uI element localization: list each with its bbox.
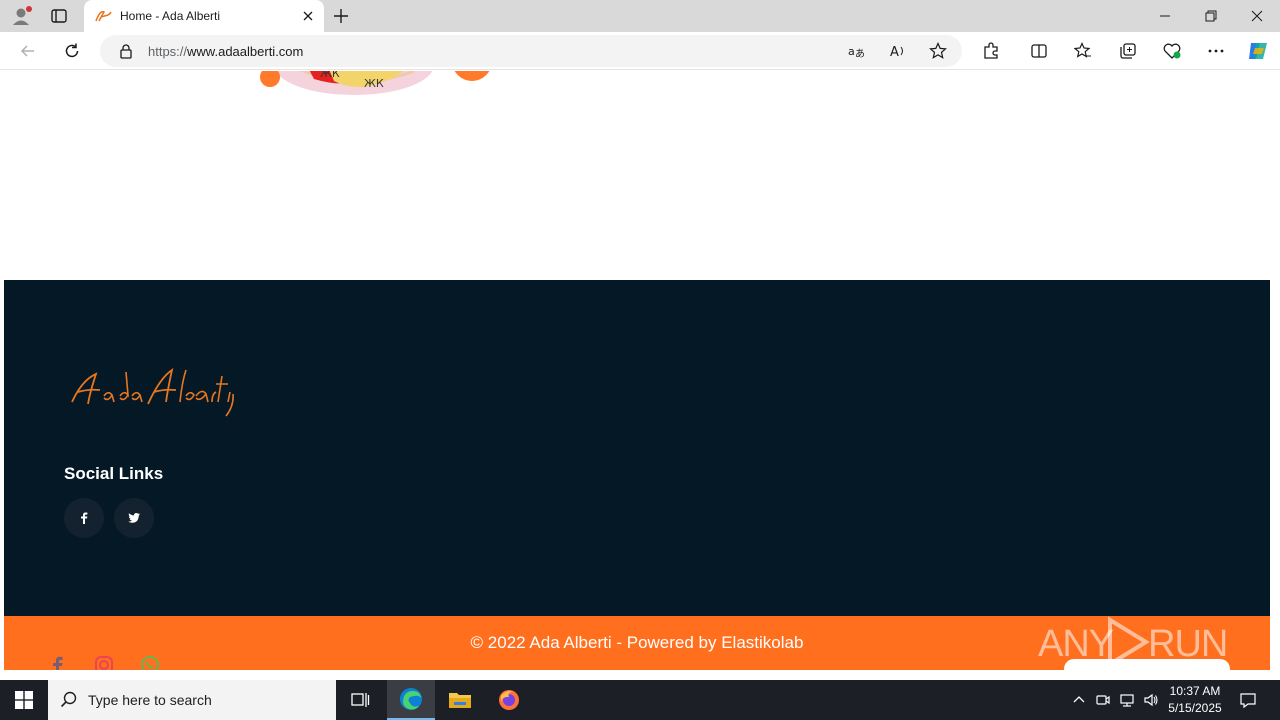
puzzle-icon[interactable] [981, 41, 1001, 61]
facebook-button[interactable] [64, 498, 104, 538]
floating-share-icons [48, 655, 160, 670]
taskbar: Type here to search 10:37 AM 5/15/2025 [0, 680, 1280, 720]
edge-icon [400, 688, 422, 710]
minimize-button[interactable] [1142, 0, 1188, 32]
start-button[interactable] [0, 680, 48, 720]
whatsapp-float-icon[interactable] [140, 655, 160, 670]
collections-icon[interactable] [1118, 41, 1138, 61]
close-window-button[interactable] [1234, 0, 1280, 32]
svg-text:ЖК: ЖК [320, 71, 340, 80]
system-clock[interactable]: 10:37 AM 5/15/2025 [1160, 683, 1230, 717]
copilot-icon[interactable] [1246, 39, 1270, 63]
twitter-button[interactable] [114, 498, 154, 538]
navigation-bar: https://www.adaalberti.com aあ A [0, 32, 1280, 70]
svg-text:A: A [890, 45, 899, 60]
tab-title: Home - Ada Alberti [120, 9, 221, 23]
site-footer: Social Links [4, 280, 1270, 616]
svg-text:a: a [848, 45, 855, 58]
floating-widget[interactable] [1064, 659, 1230, 670]
heart-pulse-icon[interactable] [1162, 41, 1182, 61]
arrow-left-icon [20, 45, 34, 57]
svg-text:ЖК: ЖК [364, 77, 384, 90]
chevron-up-icon[interactable] [1070, 691, 1088, 709]
clock-date: 5/15/2025 [1168, 701, 1222, 715]
file-explorer-button[interactable] [436, 680, 484, 720]
edge-taskbar-button[interactable] [387, 680, 435, 720]
taskbar-search-box[interactable]: Type here to search [48, 680, 336, 720]
meet-now-icon[interactable] [1094, 691, 1112, 709]
folder-icon [449, 693, 471, 708]
facebook-float-icon[interactable] [48, 655, 68, 670]
star-icon[interactable] [928, 41, 948, 61]
firefox-icon [499, 690, 519, 710]
new-tab-button[interactable] [332, 7, 350, 25]
more-icon[interactable] [1206, 41, 1226, 61]
search-icon [60, 691, 78, 709]
restore-button[interactable] [1188, 0, 1234, 32]
profile-icon[interactable] [10, 5, 32, 27]
refresh-icon [65, 43, 79, 58]
url-text[interactable]: https://www.adaalberti.com [148, 44, 303, 59]
facebook-icon [81, 512, 88, 524]
signature-logo[interactable] [68, 362, 248, 422]
lock-icon[interactable] [118, 43, 134, 59]
firefox-button[interactable] [485, 680, 533, 720]
refresh-button[interactable] [62, 41, 82, 61]
windows-icon [15, 691, 33, 709]
close-icon[interactable] [300, 8, 316, 24]
url-domain: www.adaalberti.com [187, 44, 304, 59]
back-button[interactable] [18, 41, 38, 61]
instagram-float-icon[interactable] [94, 655, 114, 670]
web-page: ЖК ЖК Social Links © 2022 Ada Alberti - … [4, 71, 1270, 670]
tab-actions-icon[interactable] [50, 7, 68, 25]
tab-bar: Home - Ada Alberti [0, 0, 1280, 32]
site-favicon-icon [94, 8, 112, 24]
split-screen-icon[interactable] [1029, 41, 1049, 61]
translate-icon[interactable]: aあ [846, 41, 866, 61]
notification-icon[interactable] [1238, 690, 1258, 710]
task-view-button[interactable] [336, 680, 384, 720]
network-icon[interactable] [1118, 691, 1136, 709]
address-bar[interactable]: https://www.adaalberti.com aあ A [100, 35, 962, 67]
clock-time: 10:37 AM [1169, 684, 1221, 698]
task-view-icon [351, 693, 370, 707]
active-tab[interactable]: Home - Ada Alberti [84, 0, 324, 32]
social-links-heading: Social Links [64, 464, 164, 483]
twitter-icon [128, 513, 140, 523]
volume-icon[interactable] [1142, 691, 1160, 709]
hero-illustration: ЖК ЖК [254, 71, 494, 101]
favorites-icon[interactable] [1073, 41, 1093, 61]
read-aloud-icon[interactable]: A [888, 41, 908, 61]
search-placeholder: Type here to search [88, 692, 212, 708]
plus-icon [334, 9, 348, 23]
svg-text:あ: あ [855, 48, 865, 60]
url-scheme: https:// [148, 44, 188, 59]
